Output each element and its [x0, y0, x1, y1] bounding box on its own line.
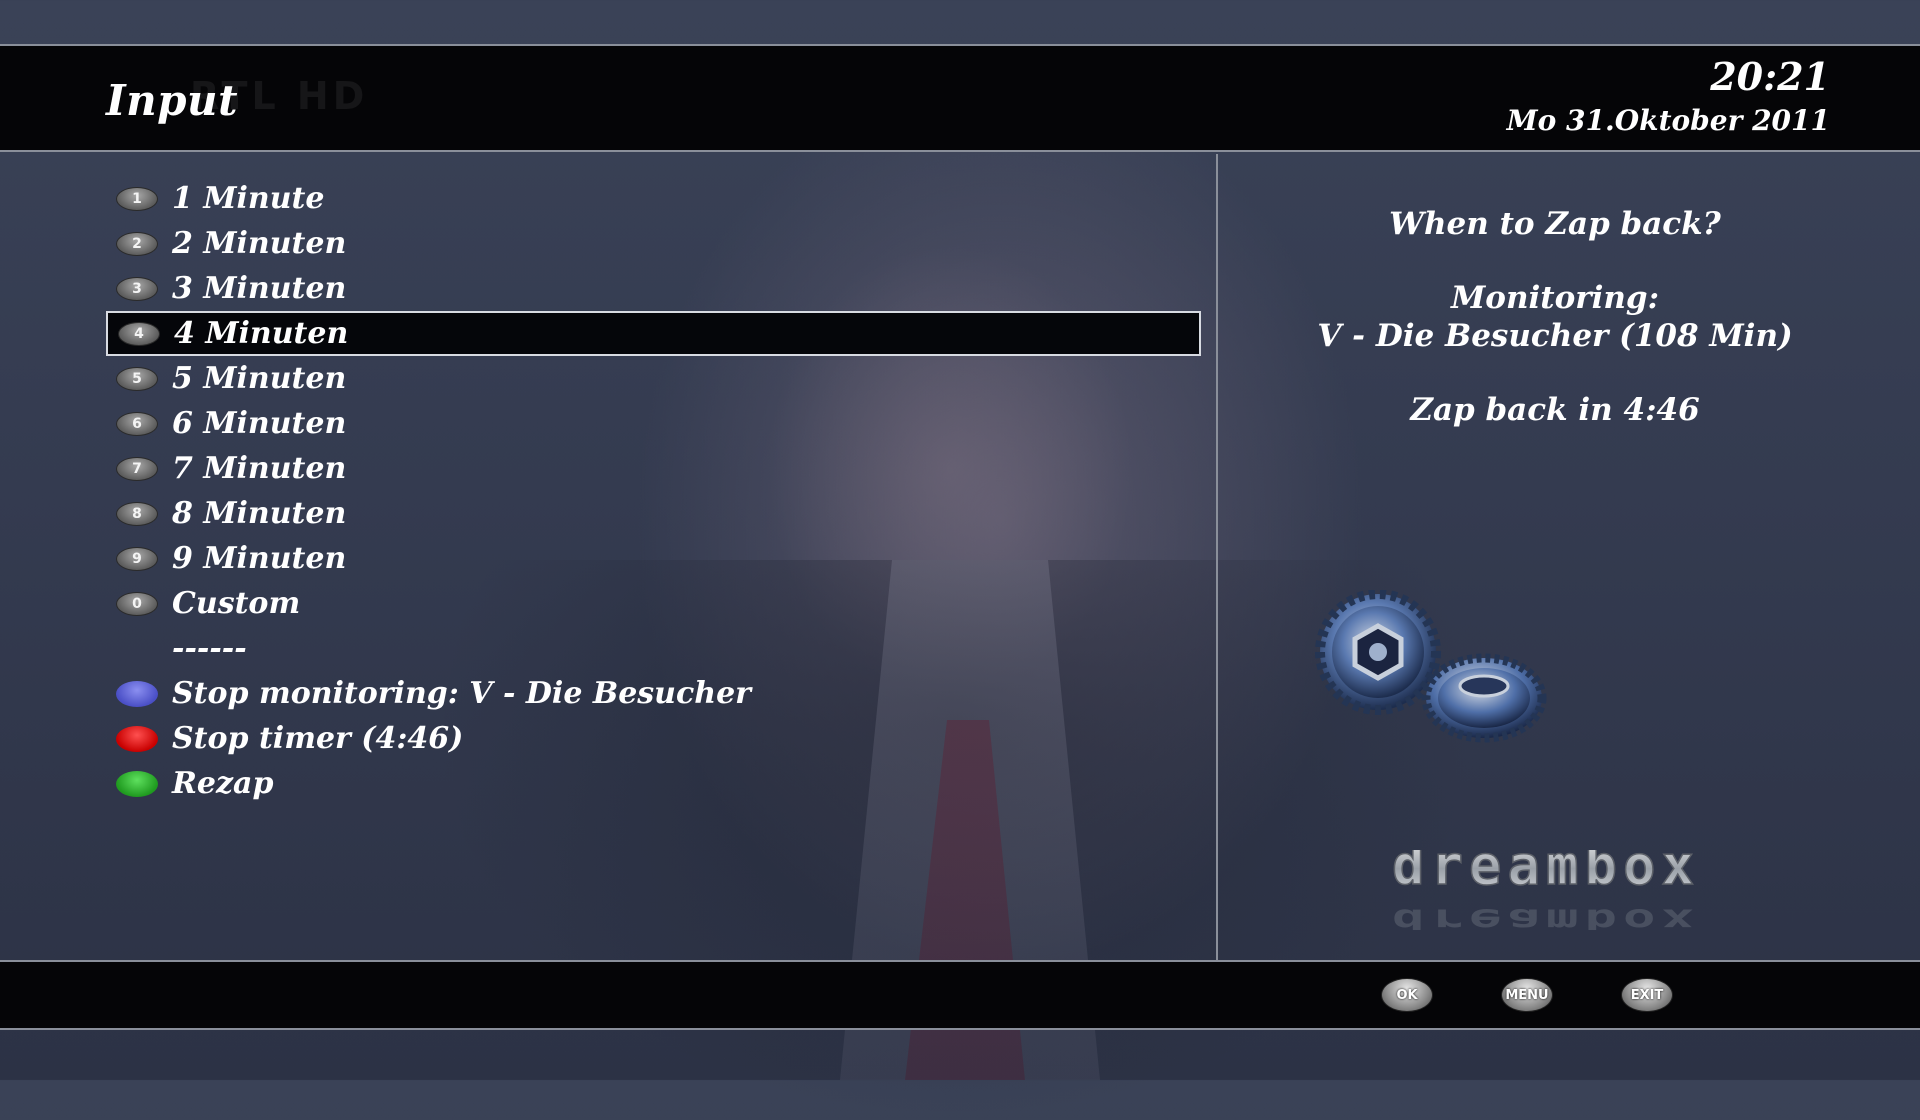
menu-item-5-minuten[interactable]: 5 5 Minuten	[106, 356, 1201, 401]
menu-item-label: 3 Minuten	[172, 271, 347, 306]
exit-key-button[interactable]: EXIT	[1621, 978, 1673, 1012]
logo-text: dreambox	[1392, 850, 1700, 897]
menu-item-stop-timer[interactable]: Stop timer (4:46)	[106, 716, 1201, 761]
ok-key-button[interactable]: OK	[1381, 978, 1433, 1012]
menu-key-button[interactable]: MENU	[1501, 978, 1553, 1012]
menu-item-label: 9 Minuten	[172, 541, 347, 576]
menu-item-3-minuten[interactable]: 3 3 Minuten	[106, 266, 1201, 311]
green-key-icon	[116, 770, 158, 797]
blue-key-icon	[116, 680, 158, 707]
zap-time-menu: 1 1 Minute 2 2 Minuten 3 3 Minuten 4 4 M…	[106, 176, 1201, 806]
logo-reflection: dreambox	[1392, 902, 1700, 930]
number-key-2-icon: 2	[116, 231, 158, 256]
menu-item-9-minuten[interactable]: 9 9 Minuten	[106, 536, 1201, 581]
menu-item-rezap[interactable]: Rezap	[106, 761, 1201, 806]
number-key-1-icon: 1	[116, 186, 158, 211]
menu-item-7-minuten[interactable]: 7 7 Minuten	[106, 446, 1201, 491]
number-key-7-icon: 7	[116, 456, 158, 481]
number-key-8-icon: 8	[116, 501, 158, 526]
menu-separator: ------	[106, 626, 1201, 671]
number-key-9-icon: 9	[116, 546, 158, 571]
menu-item-label: 1 Minute	[172, 181, 325, 216]
menu-item-label: Custom	[172, 586, 301, 621]
menu-item-4-minuten[interactable]: 4 4 Minuten	[106, 311, 1201, 356]
menu-item-label: 4 Minuten	[174, 316, 349, 351]
menu-item-6-minuten[interactable]: 6 6 Minuten	[106, 401, 1201, 446]
red-key-icon	[116, 725, 158, 752]
info-monitoring-label: Monitoring:	[1450, 280, 1660, 316]
header-bar: RTL HD Input 20:21 Mo 31.Oktober 2011	[0, 44, 1920, 152]
menu-item-label: 2 Minuten	[172, 226, 347, 261]
menu-item-label: 6 Minuten	[172, 406, 347, 441]
page-title: Input	[106, 76, 238, 125]
dreambox-logo: dreambox dreambox	[1391, 850, 1700, 930]
menu-item-label: Stop timer (4:46)	[172, 721, 464, 756]
menu-item-2-minuten[interactable]: 2 2 Minuten	[106, 221, 1201, 266]
footer-bar: OK MENU EXIT	[0, 960, 1920, 1030]
info-panel: When to Zap back? Monitoring: V - Die Be…	[1230, 205, 1880, 429]
separator-text: ------	[172, 631, 247, 666]
number-key-3-icon: 3	[116, 276, 158, 301]
menu-item-label: 5 Minuten	[172, 361, 347, 396]
gears-icon	[1315, 590, 1547, 743]
number-key-5-icon: 5	[116, 366, 158, 391]
number-key-0-icon: 0	[116, 591, 158, 616]
menu-item-custom[interactable]: 0 Custom	[106, 581, 1201, 626]
number-key-6-icon: 6	[116, 411, 158, 436]
menu-item-stop-monitoring[interactable]: Stop monitoring: V - Die Besucher	[106, 671, 1201, 716]
clock-time: 20:21	[1710, 54, 1830, 99]
menu-item-8-minuten[interactable]: 8 8 Minuten	[106, 491, 1201, 536]
info-question: When to Zap back?	[1389, 206, 1721, 242]
info-zap-back-countdown: Zap back in 4:46	[1410, 392, 1700, 428]
menu-item-label: Rezap	[172, 766, 274, 801]
clock-date: Mo 31.Oktober 2011	[1506, 104, 1830, 137]
menu-item-label: 7 Minuten	[172, 451, 347, 486]
menu-item-1-minute[interactable]: 1 1 Minute	[106, 176, 1201, 221]
info-monitoring-program: V - Die Besucher (108 Min)	[1317, 318, 1793, 354]
panel-divider	[1216, 154, 1218, 960]
number-key-4-icon: 4	[118, 321, 160, 346]
menu-item-label: 8 Minuten	[172, 496, 347, 531]
menu-item-label: Stop monitoring: V - Die Besucher	[172, 676, 751, 711]
